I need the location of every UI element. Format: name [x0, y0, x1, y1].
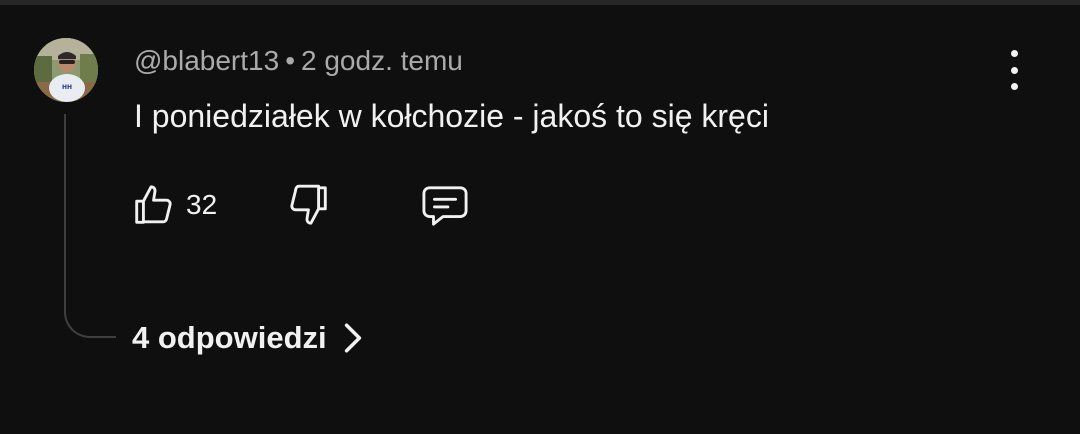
view-replies-button[interactable]: 4 odpowiedzi [132, 318, 365, 358]
top-divider [0, 0, 1080, 5]
avatar-image: HH [34, 38, 98, 102]
avatar[interactable]: HH [34, 38, 98, 102]
thumbs-down-icon [290, 184, 327, 225]
comment-icon [422, 186, 468, 226]
comment-text: I poniedziałek w kołchozie - jakoś to si… [134, 98, 769, 134]
more-vertical-icon [1010, 50, 1018, 57]
more-vertical-icon [1010, 83, 1018, 90]
thread-line [64, 114, 116, 338]
dislike-button[interactable] [286, 182, 332, 233]
like-count: 32 [186, 189, 218, 220]
thumbs-up-icon [135, 185, 172, 224]
like-button[interactable]: 32 [130, 180, 217, 230]
meta-separator: • [285, 45, 295, 76]
more-options-button[interactable] [996, 50, 1032, 90]
replies-label: 4 odpowiedzi [132, 320, 327, 355]
chevron-right-icon [344, 323, 361, 353]
svg-text:HH: HH [62, 84, 72, 91]
author-handle[interactable]: @blabert13 [134, 45, 279, 76]
reply-button[interactable] [420, 182, 470, 233]
timestamp[interactable]: 2 godz. temu [301, 45, 463, 76]
more-vertical-icon [1010, 66, 1018, 74]
comment-meta: @blabert13 • 2 godz. temu [134, 44, 463, 78]
